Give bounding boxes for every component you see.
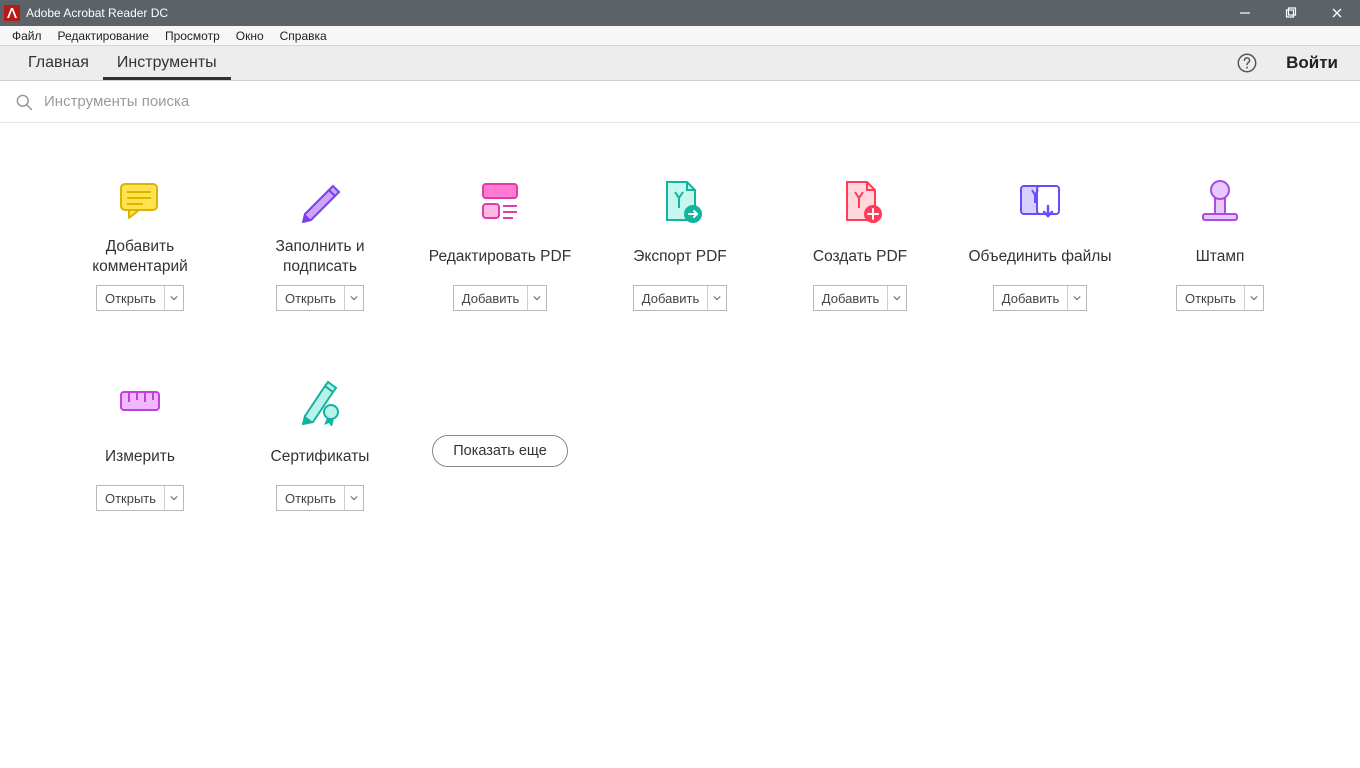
tool-action-button[interactable]: Добавить xyxy=(453,285,547,311)
chevron-down-icon[interactable] xyxy=(708,286,726,310)
menu-help[interactable]: Справка xyxy=(272,26,335,46)
tool-action-label[interactable]: Добавить xyxy=(994,286,1068,310)
tool-action-button[interactable]: Открыть xyxy=(96,285,184,311)
tool-label: Сертификаты xyxy=(265,437,376,477)
chevron-down-icon[interactable] xyxy=(165,286,183,310)
tool-label: Добавить комментарий xyxy=(86,237,194,277)
measure-icon xyxy=(115,373,165,429)
create-pdf-icon xyxy=(835,173,885,229)
certs-icon xyxy=(295,373,345,429)
menu-edit[interactable]: Редактирование xyxy=(50,26,157,46)
tool-action-label[interactable]: Открыть xyxy=(97,486,165,510)
maximize-button[interactable] xyxy=(1268,0,1314,26)
tools-grid: Добавить комментарийОткрытьЗаполнить и п… xyxy=(0,123,1360,569)
menu-window[interactable]: Окно xyxy=(228,26,272,46)
tool-action-label[interactable]: Добавить xyxy=(634,286,708,310)
tab-home[interactable]: Главная xyxy=(14,46,103,80)
menu-view[interactable]: Просмотр xyxy=(157,26,228,46)
tool-action-button[interactable]: Открыть xyxy=(276,285,364,311)
tool-label: Штамп xyxy=(1190,237,1251,277)
export-pdf-icon xyxy=(655,173,705,229)
tool-stamp: Штамп Открыть xyxy=(1130,169,1310,369)
tool-export-pdf: Экспорт PDF Добавить xyxy=(590,169,770,369)
combine-icon xyxy=(1015,173,1065,229)
comment-icon xyxy=(115,173,165,229)
title-bar: Adobe Acrobat Reader DC xyxy=(0,0,1360,26)
help-icon[interactable] xyxy=(1230,46,1264,80)
tab-strip: Главная Инструменты Войти xyxy=(0,46,1360,81)
tool-comment: Добавить комментарий Открыть xyxy=(50,169,230,369)
tab-tools[interactable]: Инструменты xyxy=(103,46,231,80)
minimize-button[interactable] xyxy=(1222,0,1268,26)
tool-action-label[interactable]: Открыть xyxy=(277,486,345,510)
tool-action-label[interactable]: Добавить xyxy=(814,286,888,310)
tool-label: Объединить файлы xyxy=(962,237,1117,277)
tool-combine: Объединить файлы Добавить xyxy=(950,169,1130,369)
tool-edit-pdf: Редактировать PDF Добавить xyxy=(410,169,590,369)
fill-sign-icon xyxy=(295,173,345,229)
app-icon xyxy=(4,5,20,21)
tool-label: Заполнить и подписать xyxy=(269,237,370,277)
tool-label: Создать PDF xyxy=(807,237,913,277)
chevron-down-icon[interactable] xyxy=(345,286,363,310)
chevron-down-icon[interactable] xyxy=(528,286,546,310)
close-button[interactable] xyxy=(1314,0,1360,26)
show-more-wrap: Показать еще xyxy=(410,369,590,569)
tool-action-button[interactable]: Добавить xyxy=(993,285,1087,311)
tool-action-button[interactable]: Добавить xyxy=(813,285,907,311)
tool-action-button[interactable]: Открыть xyxy=(96,485,184,511)
search-icon xyxy=(14,92,34,112)
tool-action-label[interactable]: Добавить xyxy=(454,286,528,310)
tool-action-label[interactable]: Открыть xyxy=(277,286,345,310)
tool-action-button[interactable]: Добавить xyxy=(633,285,727,311)
edit-pdf-icon xyxy=(475,173,525,229)
window-title: Adobe Acrobat Reader DC xyxy=(26,6,168,20)
menu-bar: Файл Редактирование Просмотр Окно Справк… xyxy=(0,26,1360,46)
tool-measure: Измерить Открыть xyxy=(50,369,230,569)
tool-fill-sign: Заполнить и подписать Открыть xyxy=(230,169,410,369)
stamp-icon xyxy=(1195,173,1245,229)
tool-label: Редактировать PDF xyxy=(423,237,577,277)
show-more-button[interactable]: Показать еще xyxy=(432,435,568,467)
tool-certs: Сертификаты Открыть xyxy=(230,369,410,569)
tool-action-label[interactable]: Открыть xyxy=(97,286,165,310)
chevron-down-icon[interactable] xyxy=(1068,286,1086,310)
chevron-down-icon[interactable] xyxy=(888,286,906,310)
tool-create-pdf: Создать PDF Добавить xyxy=(770,169,950,369)
search-bar xyxy=(0,81,1360,123)
chevron-down-icon[interactable] xyxy=(345,486,363,510)
sign-in-button[interactable]: Войти xyxy=(1264,46,1360,80)
search-input[interactable] xyxy=(44,93,444,110)
chevron-down-icon[interactable] xyxy=(1245,286,1263,310)
tool-action-button[interactable]: Открыть xyxy=(1176,285,1264,311)
chevron-down-icon[interactable] xyxy=(165,486,183,510)
tool-label: Измерить xyxy=(99,437,181,477)
tool-action-label[interactable]: Открыть xyxy=(1177,286,1245,310)
tool-label: Экспорт PDF xyxy=(627,237,733,277)
menu-file[interactable]: Файл xyxy=(4,26,50,46)
tool-action-button[interactable]: Открыть xyxy=(276,485,364,511)
